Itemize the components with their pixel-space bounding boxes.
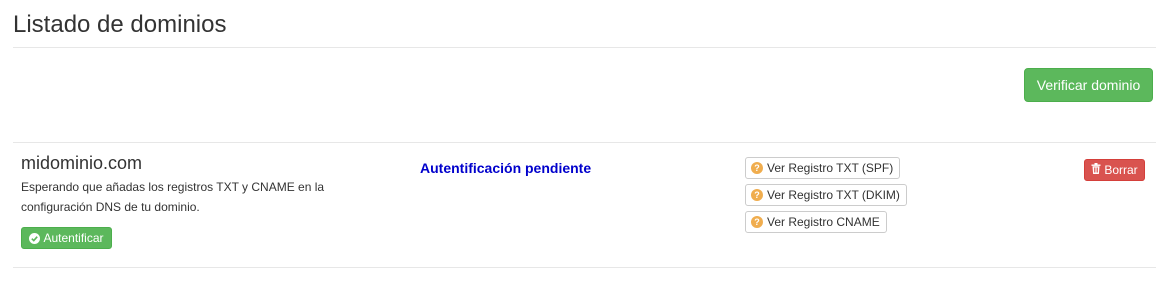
row-top-divider	[13, 142, 1156, 143]
record-label: Ver Registro TXT (SPF)	[767, 161, 894, 175]
page-title: Listado de dominios	[13, 11, 227, 38]
authenticate-button[interactable]: Autentificar	[21, 227, 112, 249]
record-label: Ver Registro TXT (DKIM)	[767, 188, 900, 202]
question-circle-icon: ?	[751, 216, 763, 228]
domain-name: midominio.com	[21, 153, 143, 173]
delete-label: Borrar	[1104, 163, 1138, 177]
authenticate-label: Autentificar	[43, 231, 104, 245]
view-spf-record-button[interactable]: ? Ver Registro TXT (SPF)	[745, 157, 901, 179]
domain-list-page: Listado de dominios Verificar dominio mi…	[0, 0, 1172, 286]
row-bottom-divider	[13, 267, 1156, 268]
status-text: Autentificación pendiente	[420, 160, 592, 176]
view-cname-record-button[interactable]: ? Ver Registro CNAME	[745, 211, 887, 233]
question-circle-icon: ?	[751, 189, 763, 201]
verify-domain-button[interactable]: Verificar dominio	[1024, 68, 1153, 102]
view-dkim-record-button[interactable]: ? Ver Registro TXT (DKIM)	[745, 184, 907, 206]
record-label: Ver Registro CNAME	[767, 215, 880, 229]
question-circle-icon: ?	[751, 162, 763, 174]
trash-icon	[1091, 163, 1101, 177]
domain-description: Esperando que añadas los registros TXT y…	[21, 180, 325, 214]
check-circle-icon	[29, 232, 41, 244]
title-divider	[13, 47, 1156, 48]
delete-button[interactable]: Borrar	[1084, 159, 1145, 181]
